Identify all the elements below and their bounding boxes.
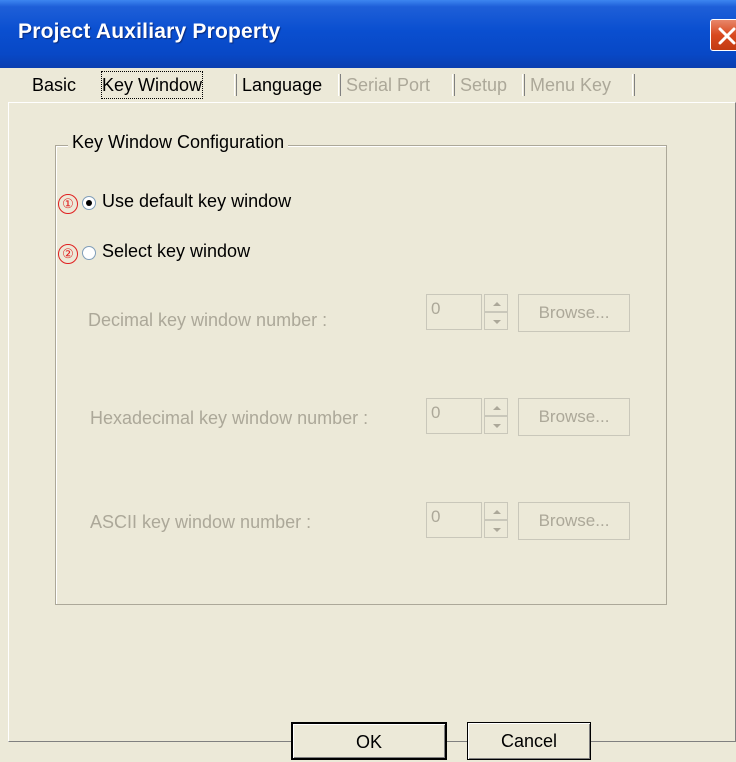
window-title: Project Auxiliary Property [18,20,281,43]
arrow-up-icon [493,406,501,410]
ok-button[interactable]: OK [291,722,447,760]
arrow-down-icon [493,424,501,428]
radio-label: Select key window [102,241,251,261]
close-icon [718,27,736,45]
hexadecimal-spinner[interactable] [484,398,508,434]
spin-up-button[interactable] [484,502,508,520]
decimal-label: Decimal key window number : [88,310,328,330]
hexadecimal-input[interactable]: 0 [426,398,482,434]
cancel-button[interactable]: Cancel [467,722,591,760]
tab-separator [234,74,237,96]
tab-language[interactable]: Language [242,72,322,98]
radio-button[interactable] [82,246,96,260]
spin-up-button[interactable] [484,294,508,312]
number-badge-1: ① [58,194,78,214]
decimal-spinner[interactable] [484,294,508,330]
spin-up-button[interactable] [484,398,508,416]
decimal-browse-button[interactable]: Browse... [518,294,630,332]
tab-setup[interactable]: Setup [460,72,507,98]
decimal-input[interactable]: 0 [426,294,482,330]
dialog-client: Basic Key Window Language Serial Port Se… [8,68,736,762]
tab-key-window[interactable]: Key Window [100,71,204,99]
tab-separator [452,74,455,96]
hexadecimal-label: Hexadecimal key window number : [90,408,369,428]
spin-down-button[interactable] [484,416,508,434]
ascii-label: ASCII key window number : [90,512,312,532]
arrow-up-icon [493,510,501,514]
tab-separator [338,74,341,96]
tab-basic[interactable]: Basic [32,72,76,98]
number-badge-2: ② [58,244,78,264]
spin-down-button[interactable] [484,520,508,538]
arrow-down-icon [493,528,501,532]
group-title: Key Window Configuration [68,132,289,153]
arrow-up-icon [493,302,501,306]
spin-down-button[interactable] [484,312,508,330]
radio-button[interactable] [82,196,96,210]
arrow-down-icon [493,320,501,324]
radio-label: Use default key window [102,191,292,211]
hexadecimal-browse-button[interactable]: Browse... [518,398,630,436]
ascii-spinner[interactable] [484,502,508,538]
tab-separator [632,74,635,96]
tab-separator [522,74,525,96]
dialog-window: Project Auxiliary Property Basic Key Win… [0,0,736,762]
close-button[interactable] [710,19,736,51]
tab-menu-key[interactable]: Menu Key [530,72,611,98]
ascii-input[interactable]: 0 [426,502,482,538]
tab-serial-port[interactable]: Serial Port [346,72,430,98]
ascii-browse-button[interactable]: Browse... [518,502,630,540]
title-bar[interactable]: Project Auxiliary Property [0,0,736,68]
radio-dot [86,200,92,206]
